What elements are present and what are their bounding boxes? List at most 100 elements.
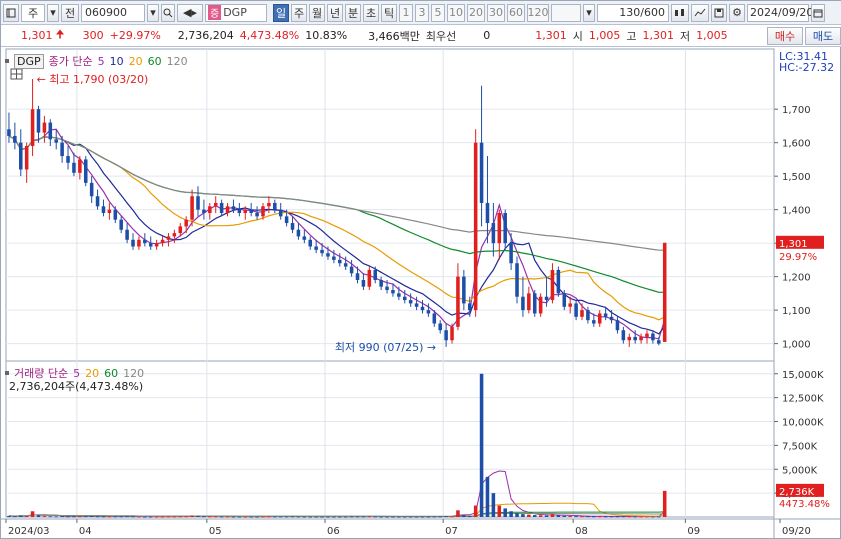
volume-bar[interactable] — [160, 516, 165, 518]
volume-bar[interactable] — [273, 516, 277, 518]
volume-bar[interactable] — [603, 516, 608, 518]
candle[interactable] — [550, 269, 555, 301]
volume-bar[interactable] — [467, 516, 472, 518]
volume-bar[interactable] — [225, 516, 230, 518]
candle[interactable] — [515, 263, 519, 297]
candle[interactable] — [544, 296, 549, 301]
volume-bar[interactable] — [284, 516, 289, 518]
volume-bar[interactable] — [574, 516, 578, 518]
candle[interactable] — [190, 196, 194, 220]
chevron-down-icon[interactable]: ▾ — [47, 3, 59, 22]
volume-bar[interactable] — [42, 516, 47, 518]
volume-bar[interactable] — [125, 516, 129, 518]
candle[interactable] — [509, 243, 513, 264]
candle[interactable] — [485, 202, 490, 224]
candle[interactable] — [213, 202, 218, 207]
volume-bar[interactable] — [267, 516, 271, 518]
candle[interactable] — [479, 142, 484, 203]
stock-code-input[interactable]: 060900 — [81, 3, 145, 22]
interval-1-button[interactable]: 1 — [399, 3, 413, 22]
calendar-icon[interactable] — [811, 3, 825, 22]
prev-button[interactable]: 전 — [61, 3, 79, 22]
candle[interactable] — [586, 310, 590, 321]
volume-bar[interactable] — [202, 516, 206, 518]
volume-bar[interactable] — [568, 516, 572, 518]
candle[interactable] — [355, 273, 360, 280]
candle[interactable] — [83, 159, 88, 183]
volume-bar[interactable] — [408, 516, 413, 518]
volume-bar[interactable] — [586, 516, 590, 518]
candle[interactable] — [243, 209, 248, 213]
volume-bar[interactable] — [78, 516, 82, 518]
candle[interactable] — [456, 276, 460, 327]
candle[interactable] — [131, 239, 135, 247]
volume-bar[interactable] — [662, 490, 667, 517]
volume-bar[interactable] — [391, 516, 395, 518]
candle[interactable] — [125, 229, 129, 240]
volume-bar[interactable] — [137, 516, 141, 518]
volume-bar[interactable] — [550, 514, 555, 517]
candle[interactable] — [237, 209, 242, 213]
candle[interactable] — [615, 320, 620, 331]
candle[interactable] — [231, 206, 236, 210]
volume-bar[interactable] — [231, 516, 236, 518]
volume-bar[interactable] — [24, 515, 29, 517]
candle[interactable] — [562, 293, 567, 307]
candle[interactable] — [391, 290, 395, 294]
chart-menu-icon[interactable] — [3, 3, 19, 22]
candle[interactable] — [54, 139, 58, 143]
candle[interactable] — [166, 236, 171, 240]
candle[interactable] — [314, 246, 318, 250]
volume-bar[interactable] — [645, 516, 649, 518]
volume-bar[interactable] — [296, 516, 301, 518]
candle[interactable] — [603, 313, 608, 317]
candle[interactable] — [42, 122, 47, 133]
volume-bar[interactable] — [219, 516, 224, 518]
volume-bar[interactable] — [48, 516, 53, 518]
volume-bar[interactable] — [367, 516, 372, 518]
candle[interactable] — [107, 209, 112, 213]
candle[interactable] — [532, 293, 537, 314]
stock-name-field[interactable]: 증 DGP — [205, 3, 267, 22]
candle[interactable] — [521, 296, 525, 311]
candle[interactable] — [574, 303, 578, 317]
volume-bar[interactable] — [18, 515, 23, 517]
candle[interactable] — [651, 333, 655, 341]
sell-button[interactable]: 매도 — [805, 27, 841, 45]
candle[interactable] — [426, 310, 431, 314]
candle[interactable] — [343, 263, 348, 267]
volume-bar[interactable] — [397, 516, 401, 518]
candle[interactable] — [408, 300, 413, 304]
volume-bar[interactable] — [154, 516, 159, 518]
candle[interactable] — [450, 326, 454, 341]
candle[interactable] — [432, 313, 437, 324]
volume-bar[interactable] — [7, 515, 11, 517]
candle[interactable] — [497, 213, 502, 244]
candle[interactable] — [302, 236, 307, 240]
candle[interactable] — [662, 242, 667, 342]
volume-bar[interactable] — [243, 516, 248, 518]
candle[interactable] — [361, 279, 366, 287]
volume-bar[interactable] — [462, 515, 466, 517]
candle-type-icon[interactable] — [671, 3, 689, 22]
candle[interactable] — [255, 213, 259, 217]
candle[interactable] — [397, 293, 401, 297]
candle[interactable] — [154, 243, 159, 247]
volume-bar[interactable] — [314, 516, 318, 518]
candle[interactable] — [113, 209, 118, 220]
volume-bar[interactable] — [83, 516, 88, 518]
volume-bar[interactable] — [72, 516, 76, 518]
volume-bar[interactable] — [320, 516, 324, 518]
candle[interactable] — [597, 313, 602, 324]
volume-bar[interactable] — [355, 516, 360, 518]
volume-bar[interactable] — [13, 516, 17, 518]
volume-bar[interactable] — [36, 515, 41, 517]
candle[interactable] — [267, 202, 271, 207]
candle[interactable] — [367, 269, 372, 287]
candle[interactable] — [473, 142, 478, 311]
volume-bar[interactable] — [107, 516, 112, 518]
candle[interactable] — [338, 259, 342, 264]
candle[interactable] — [320, 249, 324, 254]
volume-bar[interactable] — [332, 516, 336, 518]
interval-5-button[interactable]: 5 — [431, 3, 445, 22]
